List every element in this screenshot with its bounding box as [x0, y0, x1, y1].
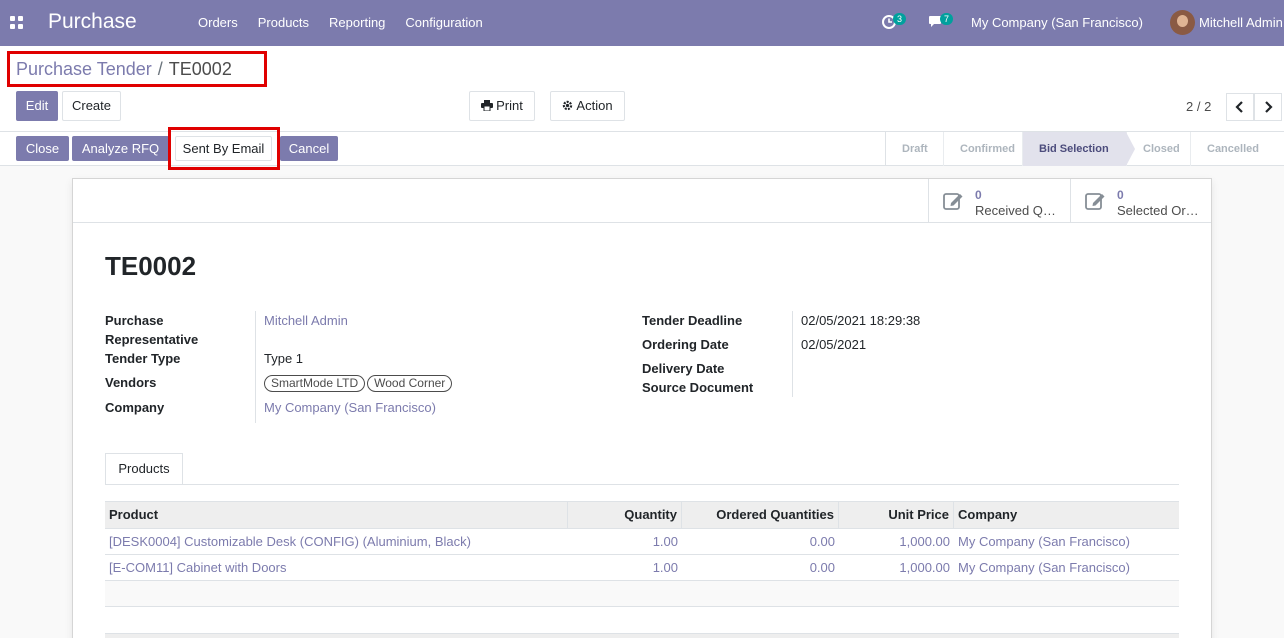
purchase-representative-value[interactable]: Mitchell Admin — [264, 311, 348, 330]
row-company: My Company (San Francisco) — [958, 560, 1130, 575]
stage-closed[interactable]: Closed — [1127, 132, 1191, 166]
record-title: TE0002 — [105, 251, 197, 281]
analyze-rfq-button[interactable]: Analyze RFQ — [72, 136, 169, 161]
row-product: [DESK0004] Customizable Desk (CONFIG) (A… — [109, 534, 471, 549]
user-avatar[interactable] — [1170, 10, 1195, 35]
purchase-representative-label: Purchase Representative — [105, 313, 199, 347]
app-name[interactable]: Purchase — [48, 10, 137, 34]
selected-orders-label: Selected Or… — [1117, 203, 1199, 218]
received-quotations-count: 0 — [975, 188, 982, 202]
stage-cancelled[interactable]: Cancelled — [1191, 132, 1281, 166]
create-button[interactable]: Create — [62, 91, 121, 121]
pager-next-button[interactable] — [1254, 93, 1282, 121]
row-quantity: 1.00 — [652, 534, 678, 549]
row-unit-price: 1,000.00 — [899, 560, 950, 575]
chevron-right-icon — [1265, 101, 1273, 113]
empty-table-row — [105, 581, 1179, 607]
cancel-tender-button[interactable]: Cancel — [280, 136, 338, 161]
vendor-tag[interactable]: Wood Corner — [367, 375, 453, 392]
column-ordered-quantities[interactable]: Ordered Quantities — [682, 502, 839, 528]
ordering-date-label: Ordering Date — [642, 337, 729, 352]
row-unit-price: 1,000.00 — [899, 534, 950, 549]
top-navbar: Purchase Orders Products Reporting Confi… — [0, 0, 1284, 46]
edit-icon — [1085, 193, 1105, 210]
stage-progress-bar: Draft Confirmed Bid Selection Closed Can… — [885, 132, 1281, 166]
action-label: Action — [576, 98, 613, 113]
print-icon — [481, 93, 494, 121]
edit-icon — [943, 193, 963, 210]
tender-type-value: Type 1 — [264, 351, 304, 366]
row-quantity: 1.00 — [652, 560, 678, 575]
ordering-date-value: 02/05/2021 — [801, 337, 867, 352]
selected-orders-button[interactable]: 0 Selected Or… — [1070, 179, 1212, 223]
received-quotations-label: Received Q… — [975, 203, 1056, 218]
delivery-date-label: Delivery Date — [642, 361, 725, 376]
form-statusbar: Close Analyze RFQ Sent By Email Cancel D… — [0, 127, 1284, 170]
row-ordered-quantity: 0.00 — [809, 560, 835, 575]
tab-products[interactable]: Products — [105, 453, 183, 485]
tender-type-label: Tender Type — [105, 351, 181, 366]
menu-orders[interactable]: Orders — [198, 15, 238, 30]
stage-bid-selection[interactable]: Bid Selection — [1023, 132, 1135, 166]
row-product: [E-COM11] Cabinet with Doors — [109, 560, 287, 575]
right-group-divider — [792, 311, 793, 397]
row-company: My Company (San Francisco) — [958, 534, 1130, 549]
company-label: Company — [105, 400, 165, 415]
control-panel: Purchase Tender / TE0002 Edit Create Print… — [0, 46, 1284, 132]
messages-count-badge: 7 — [940, 13, 954, 25]
action-button[interactable]: Action — [550, 91, 625, 121]
selected-orders-count: 0 — [1117, 188, 1124, 202]
sent-by-email-highlight-box — [168, 127, 280, 170]
menu-products[interactable]: Products — [258, 15, 309, 30]
stage-confirmed[interactable]: Confirmed — [944, 132, 1023, 166]
vendors-label: Vendors — [105, 375, 157, 390]
table-footer — [105, 633, 1179, 638]
tender-deadline-label: Tender Deadline — [642, 313, 743, 328]
row-ordered-quantity: 0.00 — [809, 534, 835, 549]
chevron-left-icon — [1235, 101, 1243, 113]
menu-configuration[interactable]: Configuration — [405, 15, 482, 30]
close-tender-button[interactable]: Close — [16, 136, 69, 161]
smart-button-box: 0 Received Q… 0 Selected Or… — [73, 179, 1211, 223]
apps-menu-icon[interactable] — [10, 16, 23, 29]
user-menu[interactable]: Mitchell Admin — [1199, 15, 1283, 30]
table-row[interactable]: [DESK0004] Customizable Desk (CONFIG) (A… — [105, 529, 1179, 555]
activity-count-badge: 3 — [893, 13, 907, 25]
column-unit-price[interactable]: Unit Price — [839, 502, 954, 528]
gear-icon — [562, 93, 573, 121]
table-header: Product Quantity Ordered Quantities Unit… — [105, 501, 1179, 529]
company-value[interactable]: My Company (San Francisco) — [264, 398, 436, 417]
main-menu: Orders Products Reporting Configuration — [198, 15, 503, 30]
column-product[interactable]: Product — [105, 502, 568, 528]
tab-divider — [105, 484, 1179, 485]
print-button[interactable]: Print — [469, 91, 535, 121]
source-document-label: Source Document — [642, 380, 754, 395]
breadcrumb-highlight-box — [7, 51, 267, 87]
vendor-tag[interactable]: SmartMode LTD — [264, 375, 366, 392]
pager-previous-button[interactable] — [1226, 93, 1254, 121]
vendors-tags: SmartMode LTD Wood Corner — [264, 373, 454, 392]
form-sheet: 0 Received Q… 0 Selected Or… TE0002 Purc… — [72, 178, 1212, 638]
pager-value[interactable]: 2 / 2 — [1186, 99, 1211, 114]
column-company[interactable]: Company — [954, 502, 1179, 528]
table-row[interactable]: [E-COM11] Cabinet with Doors 1.00 0.00 1… — [105, 555, 1179, 581]
company-switcher[interactable]: My Company (San Francisco) — [971, 15, 1143, 30]
received-quotations-button[interactable]: 0 Received Q… — [928, 179, 1070, 223]
column-quantity[interactable]: Quantity — [568, 502, 682, 528]
tender-deadline-value: 02/05/2021 18:29:38 — [801, 313, 921, 328]
stage-draft[interactable]: Draft — [886, 132, 944, 166]
edit-button[interactable]: Edit — [16, 91, 58, 121]
menu-reporting[interactable]: Reporting — [329, 15, 385, 30]
print-label: Print — [496, 98, 523, 113]
left-group-divider — [255, 311, 256, 423]
